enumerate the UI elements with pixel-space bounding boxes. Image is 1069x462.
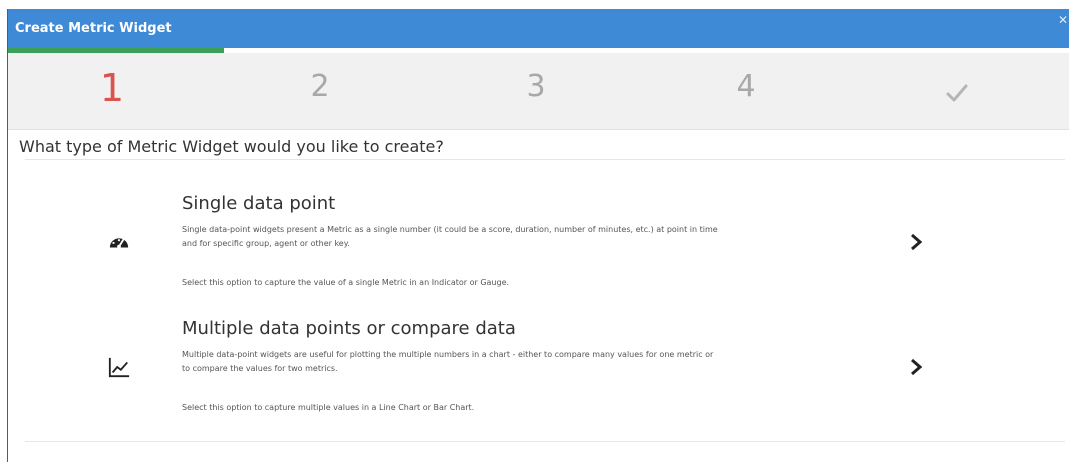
option-select-note: Select this option to capture multiple v… bbox=[182, 403, 475, 412]
chevron-right-icon[interactable] bbox=[908, 233, 924, 251]
option-select-note: Select this option to capture the value … bbox=[182, 278, 510, 287]
dialog-title: Create Metric Widget bbox=[15, 21, 172, 36]
wizard-step-4[interactable]: 4 bbox=[726, 69, 766, 104]
close-icon[interactable]: ✕ bbox=[1058, 13, 1068, 27]
line-chart-icon bbox=[108, 357, 130, 378]
option-single-data-point[interactable]: Single data point Single data-point widg… bbox=[108, 193, 938, 308]
checkmark-icon[interactable] bbox=[945, 81, 969, 105]
create-metric-widget-dialog: Create Metric Widget ✕ 1 2 3 4 What type… bbox=[7, 9, 1069, 462]
option-description: Multiple data-point widgets are useful f… bbox=[182, 348, 882, 376]
option-description-line: Multiple data-point widgets are useful f… bbox=[182, 350, 714, 359]
chevron-right-icon[interactable] bbox=[908, 358, 924, 376]
option-description-line: and for specific group, agent or other k… bbox=[182, 239, 350, 248]
option-multiple-data-points[interactable]: Multiple data points or compare data Mul… bbox=[108, 318, 938, 433]
option-description-line: Single data-point widgets present a Metr… bbox=[182, 225, 718, 234]
option-description: Single data-point widgets present a Metr… bbox=[182, 223, 882, 251]
wizard-step-1[interactable]: 1 bbox=[92, 66, 132, 110]
option-title: Multiple data points or compare data bbox=[182, 318, 516, 339]
option-title: Single data point bbox=[182, 193, 336, 214]
wizard-step-2[interactable]: 2 bbox=[300, 69, 340, 104]
dialog-titlebar: Create Metric Widget ✕ bbox=[8, 9, 1069, 48]
wizard-steps: 1 2 3 4 bbox=[8, 53, 1069, 130]
divider bbox=[25, 159, 1065, 160]
wizard-step-3[interactable]: 3 bbox=[516, 69, 556, 104]
question-heading: What type of Metric Widget would you lik… bbox=[19, 137, 444, 156]
divider bbox=[25, 441, 1065, 442]
option-description-line: to compare the values for two metrics. bbox=[182, 364, 338, 373]
gauge-icon bbox=[109, 238, 129, 249]
